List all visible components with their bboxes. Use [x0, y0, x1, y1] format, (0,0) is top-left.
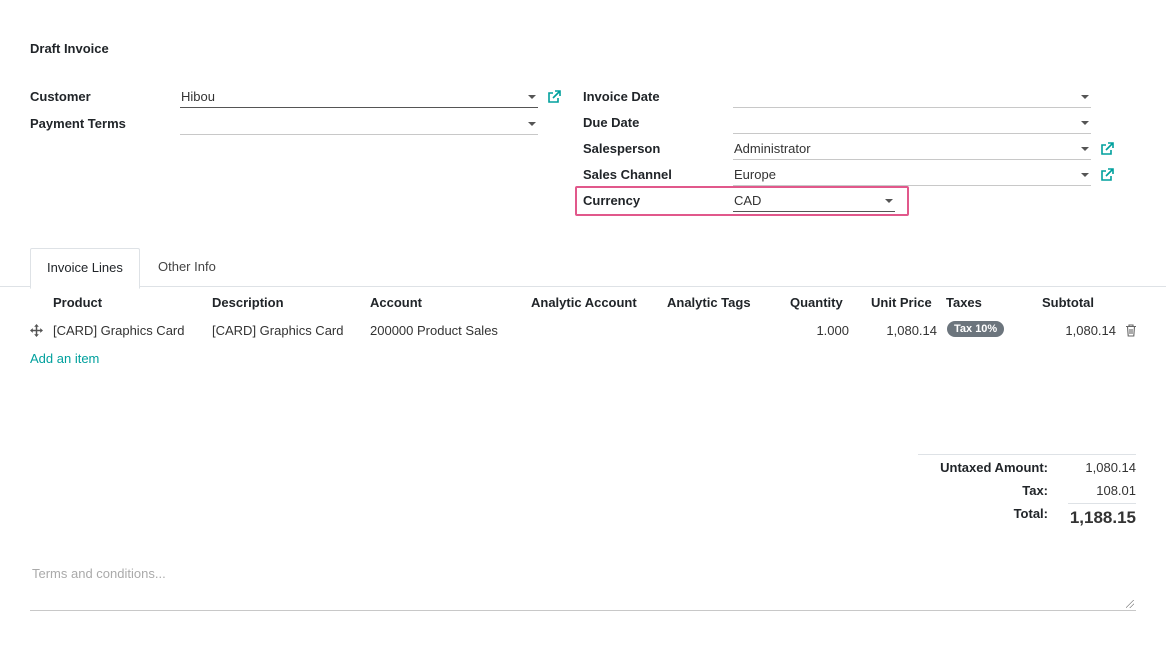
- due-date-field[interactable]: [733, 113, 1091, 134]
- row-product[interactable]: [CARD] Graphics Card: [53, 323, 184, 338]
- col-analytic-account[interactable]: Analytic Account: [531, 295, 637, 310]
- chevron-down-icon[interactable]: [1081, 173, 1089, 177]
- tax-value: 108.01: [1096, 483, 1136, 498]
- payment-terms-label: Payment Terms: [30, 116, 126, 131]
- row-quantity[interactable]: 1.000: [790, 323, 849, 338]
- terms-textarea[interactable]: Terms and conditions...: [30, 560, 1136, 611]
- chevron-down-icon[interactable]: [1081, 121, 1089, 125]
- tax-badge[interactable]: Tax 10%: [947, 321, 1005, 337]
- drag-handle-icon[interactable]: [30, 324, 43, 337]
- external-link-icon[interactable]: [1100, 168, 1114, 182]
- chevron-down-icon[interactable]: [528, 95, 536, 99]
- row-description[interactable]: [CARD] Graphics Card: [212, 323, 343, 338]
- customer-label: Customer: [30, 89, 91, 104]
- invoice-date-field[interactable]: [733, 87, 1091, 108]
- external-link-icon[interactable]: [1100, 142, 1114, 156]
- terms-placeholder: Terms and conditions...: [32, 566, 166, 581]
- chevron-down-icon[interactable]: [1081, 95, 1089, 99]
- col-taxes[interactable]: Taxes: [946, 295, 982, 310]
- row-subtotal: 1,080.14: [1065, 323, 1116, 338]
- total-label: Total:: [1013, 506, 1048, 521]
- resize-grip-icon[interactable]: [1126, 600, 1134, 608]
- salesperson-field[interactable]: Administrator: [733, 139, 1091, 160]
- col-product[interactable]: Product: [53, 295, 102, 310]
- payment-terms-field[interactable]: [180, 114, 538, 135]
- currency-label: Currency: [583, 193, 641, 208]
- col-description[interactable]: Description: [212, 295, 284, 310]
- sales-channel-field[interactable]: Europe: [733, 165, 1091, 186]
- total-separator: [1068, 503, 1136, 504]
- tab-other-info[interactable]: Other Info: [142, 248, 232, 286]
- due-date-label: Due Date: [583, 115, 640, 130]
- col-account[interactable]: Account: [370, 295, 422, 310]
- col-analytic-tags[interactable]: Analytic Tags: [667, 295, 751, 310]
- total-value: 1,188.15: [1069, 508, 1136, 527]
- col-unit-price[interactable]: Unit Price: [871, 295, 932, 310]
- currency-field[interactable]: CAD: [733, 191, 895, 212]
- external-link-icon[interactable]: [547, 90, 561, 104]
- col-subtotal[interactable]: Subtotal: [1042, 295, 1094, 310]
- col-quantity[interactable]: Quantity: [790, 295, 843, 310]
- add-item-link[interactable]: Add an item: [30, 351, 99, 366]
- currency-value: CAD: [734, 193, 762, 208]
- customer-field[interactable]: Hibou: [180, 87, 538, 108]
- sales-channel-label: Sales Channel: [583, 167, 672, 182]
- tax-label: Tax:: [1022, 483, 1048, 498]
- salesperson-label: Salesperson: [583, 141, 661, 156]
- tab-invoice-lines[interactable]: Invoice Lines: [30, 248, 140, 289]
- sales-channel-value: Europe: [734, 167, 776, 182]
- chevron-down-icon[interactable]: [1081, 147, 1089, 151]
- invoice-date-label: Invoice Date: [583, 89, 660, 104]
- page-title: Draft Invoice: [30, 41, 109, 56]
- tabs-divider: [0, 286, 1166, 287]
- row-unit-price[interactable]: 1,080.14: [860, 323, 937, 338]
- trash-icon[interactable]: [1125, 324, 1137, 337]
- totals-divider: [918, 454, 1136, 455]
- salesperson-value: Administrator: [734, 141, 811, 156]
- customer-value: Hibou: [181, 89, 215, 104]
- row-account[interactable]: 200000 Product Sales: [370, 323, 498, 338]
- untaxed-amount-value: 1,080.14: [1085, 460, 1136, 475]
- chevron-down-icon[interactable]: [885, 199, 893, 203]
- chevron-down-icon[interactable]: [528, 122, 536, 126]
- untaxed-amount-label: Untaxed Amount:: [940, 460, 1048, 475]
